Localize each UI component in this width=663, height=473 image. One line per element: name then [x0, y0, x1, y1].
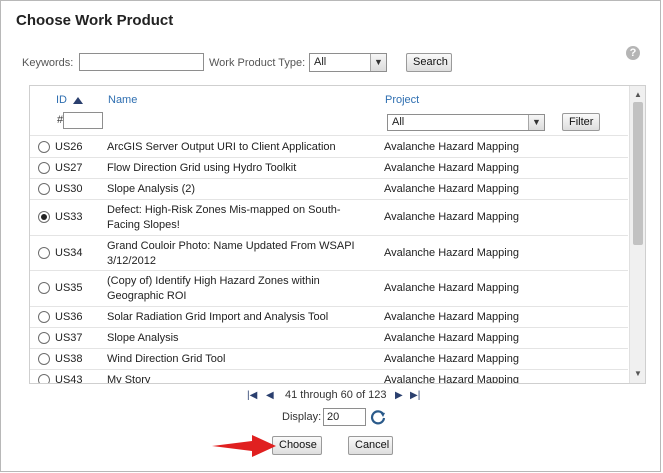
- work-product-grid: ID Name Project # All ▼ Filter US26 ArcG…: [29, 85, 646, 384]
- scroll-up-icon[interactable]: ▲: [630, 88, 646, 102]
- row-id: US38: [55, 353, 83, 365]
- row-project: Avalanche Hazard Mapping: [384, 141, 519, 153]
- table-row[interactable]: US36 Solar Radiation Grid Import and Ana…: [30, 306, 628, 327]
- last-page-icon[interactable]: ▶|: [410, 390, 420, 401]
- row-name: ArcGIS Server Output URI to Client Appli…: [107, 141, 336, 153]
- table-row[interactable]: US38 Wind Direction Grid Tool Avalanche …: [30, 348, 628, 369]
- first-page-icon[interactable]: |◀: [247, 390, 257, 401]
- help-icon[interactable]: ?: [626, 46, 640, 60]
- row-name: Defect: High-Risk Zones Mis-mapped on So…: [107, 204, 341, 231]
- row-id: US33: [55, 211, 83, 223]
- row-radio[interactable]: [38, 282, 50, 294]
- row-name: Grand Couloir Photo: Name Updated From W…: [107, 240, 355, 267]
- search-button[interactable]: Search: [406, 53, 452, 72]
- chevron-down-icon: ▼: [370, 54, 386, 71]
- row-id: US34: [55, 247, 83, 259]
- work-product-type-select[interactable]: All ▼: [309, 53, 387, 72]
- project-filter-select[interactable]: All ▼: [387, 114, 545, 131]
- row-name: (Copy of) Identify High Hazard Zones wit…: [107, 275, 320, 302]
- row-name: My Story: [107, 374, 151, 384]
- refresh-icon[interactable]: [369, 408, 387, 426]
- row-id: US27: [55, 162, 83, 174]
- row-project: Avalanche Hazard Mapping: [384, 374, 519, 384]
- scrollbar-thumb[interactable]: [633, 102, 643, 245]
- row-radio[interactable]: [38, 311, 50, 323]
- row-id: US26: [55, 141, 83, 153]
- row-radio-selected[interactable]: [38, 211, 50, 223]
- row-radio[interactable]: [38, 162, 50, 174]
- table-row[interactable]: US37 Slope Analysis Avalanche Hazard Map…: [30, 327, 628, 348]
- row-project: Avalanche Hazard Mapping: [384, 247, 519, 259]
- next-page-icon[interactable]: ▶: [395, 390, 403, 401]
- work-product-type-value: All: [314, 56, 327, 68]
- row-radio[interactable]: [38, 374, 50, 383]
- row-project: Avalanche Hazard Mapping: [384, 311, 519, 323]
- row-project: Avalanche Hazard Mapping: [384, 332, 519, 344]
- scroll-down-icon[interactable]: ▼: [630, 367, 646, 381]
- column-header-name[interactable]: Name: [108, 94, 137, 106]
- choose-work-product-dialog: Choose Work Product ? Keywords: Work Pro…: [0, 0, 661, 472]
- sort-ascending-icon[interactable]: [73, 97, 83, 104]
- id-filter-input[interactable]: [63, 112, 103, 129]
- table-row[interactable]: US26 ArcGIS Server Output URI to Client …: [30, 135, 628, 157]
- annotation-arrow-icon: [212, 435, 276, 457]
- row-name: Slope Analysis (2): [107, 183, 196, 195]
- row-project: Avalanche Hazard Mapping: [384, 211, 519, 223]
- row-project: Avalanche Hazard Mapping: [384, 282, 519, 294]
- row-radio[interactable]: [38, 141, 50, 153]
- dialog-title: Choose Work Product: [16, 12, 174, 29]
- chevron-down-icon: ▼: [528, 115, 544, 130]
- row-id: US43: [55, 374, 83, 384]
- display-count-input[interactable]: [323, 408, 366, 426]
- keywords-label: Keywords:: [22, 57, 74, 69]
- column-header-project[interactable]: Project: [385, 94, 419, 106]
- row-id: US37: [55, 332, 83, 344]
- row-radio[interactable]: [38, 183, 50, 195]
- row-project: Avalanche Hazard Mapping: [384, 353, 519, 365]
- row-name: Wind Direction Grid Tool: [107, 353, 226, 365]
- keywords-input[interactable]: [79, 53, 204, 71]
- table-row[interactable]: US30 Slope Analysis (2) Avalanche Hazard…: [30, 178, 628, 199]
- row-name: Slope Analysis: [107, 332, 179, 344]
- table-row[interactable]: US34 Grand Couloir Photo: Name Updated F…: [30, 235, 628, 270]
- display-label: Display:: [282, 411, 322, 423]
- row-radio[interactable]: [38, 353, 50, 365]
- grid-scrollbar[interactable]: ▲ ▼: [629, 86, 645, 383]
- row-id: US30: [55, 183, 83, 195]
- row-name: Flow Direction Grid using Hydro Toolkit: [107, 162, 297, 174]
- table-row[interactable]: US27 Flow Direction Grid using Hydro Too…: [30, 157, 628, 178]
- prev-page-icon[interactable]: ◀: [266, 390, 274, 401]
- pager-range: 41 through 60 of 123: [285, 389, 387, 401]
- row-id: US35: [55, 282, 83, 294]
- cancel-button[interactable]: Cancel: [348, 436, 393, 455]
- project-filter-value: All: [392, 116, 405, 128]
- work-product-type-label: Work Product Type:: [209, 57, 306, 69]
- row-radio[interactable]: [38, 332, 50, 344]
- table-row[interactable]: US35 (Copy of) Identify High Hazard Zone…: [30, 270, 628, 306]
- row-project: Avalanche Hazard Mapping: [384, 162, 519, 174]
- row-name: Solar Radiation Grid Import and Analysis…: [107, 311, 329, 323]
- table-row[interactable]: US33 Defect: High-Risk Zones Mis-mapped …: [30, 199, 628, 235]
- row-radio[interactable]: [38, 247, 50, 259]
- row-id: US36: [55, 311, 83, 323]
- filter-button[interactable]: Filter: [562, 113, 600, 131]
- row-project: Avalanche Hazard Mapping: [384, 183, 519, 195]
- column-header-id[interactable]: ID: [56, 94, 67, 106]
- table-row[interactable]: US43 My Story Avalanche Hazard Mapping: [30, 369, 628, 384]
- choose-button[interactable]: Choose: [272, 436, 322, 455]
